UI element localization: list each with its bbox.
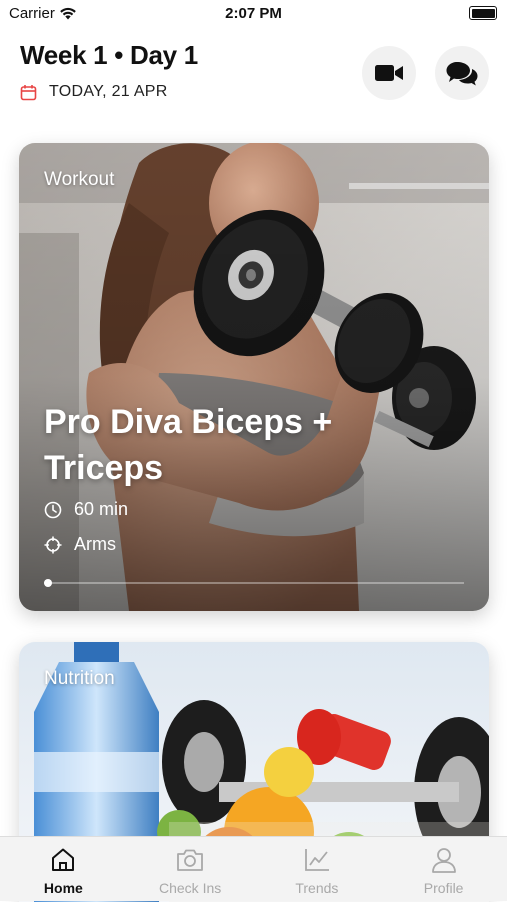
tab-profile[interactable]: Profile xyxy=(380,837,507,901)
target-area-row: Arms xyxy=(44,534,116,555)
date-label: TODAY, 21 APR xyxy=(49,83,168,100)
clock-icon xyxy=(44,501,62,518)
tab-trends[interactable]: Trends xyxy=(254,837,381,901)
home-icon xyxy=(52,848,75,871)
crosshair-icon xyxy=(44,536,62,553)
date-row: TODAY, 21 APR xyxy=(20,83,168,101)
status-bar: Carrier 2:07 PM xyxy=(0,0,507,30)
progress-indicator xyxy=(44,579,52,587)
video-call-button[interactable] xyxy=(362,46,416,100)
tab-bar: Home Check Ins Trends Profile xyxy=(0,836,507,901)
duration-value: 60 min xyxy=(74,499,129,519)
status-time: 2:07 PM xyxy=(225,5,282,22)
camera-icon xyxy=(177,849,204,871)
battery-icon xyxy=(469,6,497,20)
workout-title: Pro Diva Biceps + Triceps xyxy=(44,403,333,487)
tab-label: Trends xyxy=(295,880,339,896)
tab-label: Profile xyxy=(423,880,464,896)
tab-label: Check Ins xyxy=(159,880,222,896)
card-category-label: Nutrition xyxy=(44,668,115,689)
chat-button[interactable] xyxy=(435,46,489,100)
tab-home[interactable]: Home xyxy=(0,837,127,901)
workout-progress-bar xyxy=(44,579,464,587)
tab-label: Home xyxy=(43,880,83,896)
workout-card[interactable]: Workout Pro Diva Biceps + Triceps 60 min… xyxy=(19,143,489,611)
tab-check-ins[interactable]: Check Ins xyxy=(127,837,254,901)
card-category-label: Workout xyxy=(44,169,115,190)
calendar-icon xyxy=(20,84,37,100)
target-area-value: Arms xyxy=(74,534,116,554)
video-camera-icon xyxy=(375,65,403,81)
chart-icon xyxy=(304,849,329,871)
chat-bubbles-icon xyxy=(446,62,478,86)
duration-row: 60 min xyxy=(44,499,128,520)
page-title: Week 1 • Day 1 xyxy=(20,40,198,70)
person-icon xyxy=(431,848,456,873)
